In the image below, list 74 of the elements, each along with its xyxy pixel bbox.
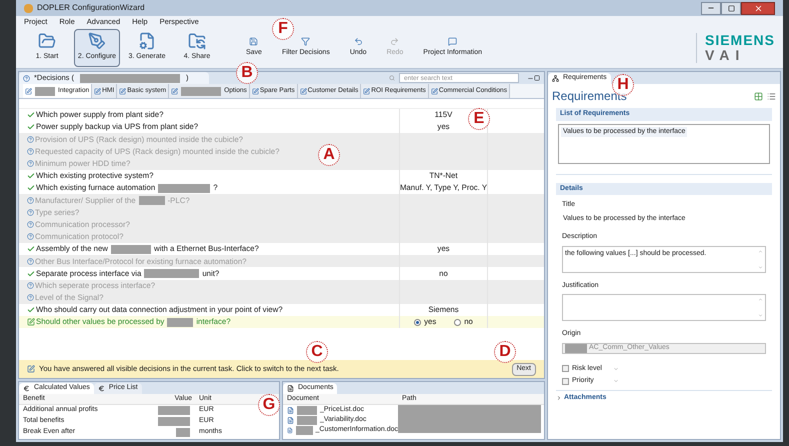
scroll-down-icon xyxy=(758,313,763,318)
scroll-up-icon xyxy=(758,297,763,302)
edit-icon xyxy=(171,88,178,94)
expand-icon xyxy=(556,394,562,401)
redaction-block xyxy=(35,86,55,96)
logo-subtext: VAI xyxy=(704,48,746,62)
document-icon xyxy=(287,426,293,434)
maximize-icon xyxy=(534,75,540,81)
help-icon xyxy=(27,221,34,228)
window-title: DOPLER ConfigurationWizard xyxy=(37,2,145,14)
edit-icon xyxy=(119,88,126,94)
help-icon xyxy=(27,196,34,204)
filter-icon xyxy=(301,36,310,46)
help-icon xyxy=(27,294,34,302)
edit-icon xyxy=(94,88,102,94)
help-icon xyxy=(27,282,34,290)
redaction-block xyxy=(296,426,313,434)
edit-icon xyxy=(363,88,370,94)
edit-icon xyxy=(300,88,307,94)
edit-icon xyxy=(25,88,32,94)
redaction-block xyxy=(297,416,317,424)
save-icon xyxy=(249,36,258,46)
document-icon xyxy=(287,385,294,392)
edit-icon xyxy=(27,318,35,326)
redaction-block xyxy=(158,406,190,415)
edit-icon xyxy=(252,88,259,94)
document-icon xyxy=(287,416,294,424)
redaction-block xyxy=(565,344,587,352)
help-icon xyxy=(23,74,30,82)
edit-icon xyxy=(430,88,438,94)
help-icon xyxy=(27,160,34,168)
redaction-block xyxy=(181,86,222,96)
search-icon xyxy=(389,75,395,81)
redaction-block xyxy=(144,269,200,278)
task-icon xyxy=(27,365,35,373)
app-icon xyxy=(24,4,33,12)
undo-icon xyxy=(354,36,363,46)
document-gear-icon xyxy=(138,32,156,50)
help-icon xyxy=(27,233,34,240)
redaction-block xyxy=(138,196,165,205)
document-icon xyxy=(287,406,294,414)
pen-icon xyxy=(88,32,106,50)
help-icon xyxy=(27,148,34,156)
grid-icon xyxy=(754,92,763,100)
maximize-icon xyxy=(728,4,734,12)
check-icon xyxy=(27,270,35,278)
scroll-up-icon xyxy=(758,248,763,254)
folder-arrows-icon xyxy=(188,32,206,50)
justification-field[interactable] xyxy=(562,294,766,321)
list-icon xyxy=(767,92,776,100)
checkbox[interactable] xyxy=(562,365,569,372)
check-icon xyxy=(27,245,35,254)
redaction-block xyxy=(167,318,194,327)
speech-bubble-icon xyxy=(448,36,458,46)
folder-icon xyxy=(38,32,56,50)
redaction-block xyxy=(297,406,317,414)
network-icon xyxy=(552,75,559,82)
close-icon xyxy=(754,4,762,12)
redaction-block xyxy=(158,184,210,193)
euro-icon xyxy=(98,385,105,392)
redaction-block xyxy=(176,428,190,437)
help-icon xyxy=(27,209,34,216)
checkbox[interactable] xyxy=(562,378,569,385)
redaction-block xyxy=(158,417,190,426)
logo-text: SIEMENS xyxy=(704,32,775,48)
help-icon xyxy=(27,258,34,265)
redaction-block xyxy=(110,244,151,254)
maximize-button[interactable] xyxy=(721,2,741,14)
euro-icon xyxy=(23,385,30,392)
help-icon xyxy=(27,136,34,143)
check-icon xyxy=(27,306,35,314)
redo-icon xyxy=(390,36,400,46)
close-button[interactable] xyxy=(741,2,775,14)
scroll-down-icon xyxy=(758,264,763,270)
